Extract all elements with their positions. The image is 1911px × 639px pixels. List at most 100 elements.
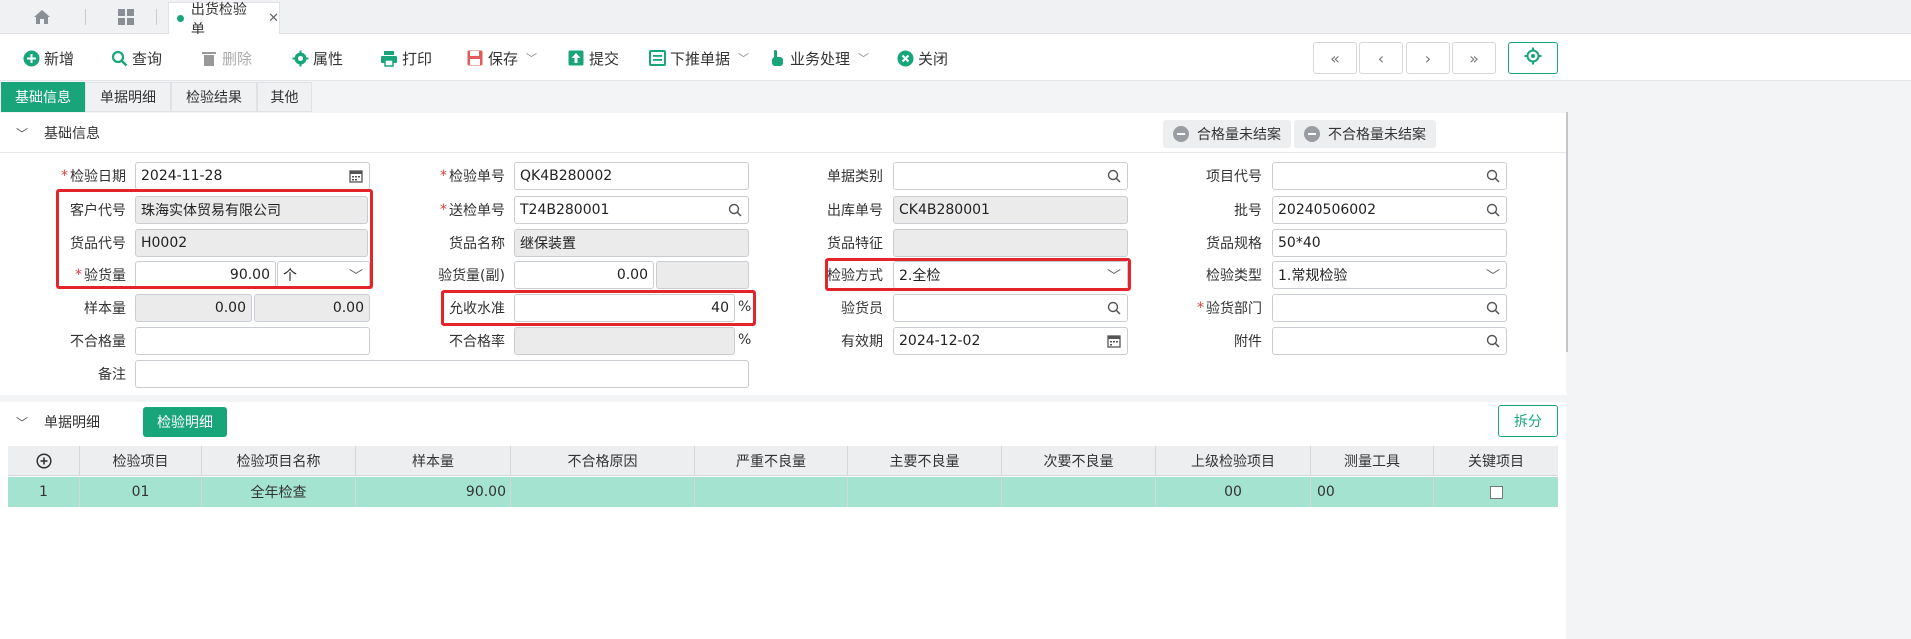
chevron-down-icon[interactable]: ﹀ (738, 50, 749, 66)
column-header[interactable]: 测量工具 (1311, 446, 1434, 476)
batch-no-field[interactable]: 20240506002 (1272, 196, 1507, 224)
column-header[interactable]: 关键项目 (1434, 446, 1558, 476)
active-dot-icon (177, 15, 184, 22)
previous-record-button[interactable]: ‹ (1359, 42, 1403, 74)
column-header[interactable]: 检验项目 (80, 446, 202, 476)
split-button[interactable]: 拆分 (1498, 405, 1558, 437)
submit-button[interactable]: 提交 (567, 46, 619, 70)
inspect-no-field[interactable]: QK4B280002 (514, 162, 749, 190)
column-header[interactable]: 不合格原因 (511, 446, 695, 476)
document-tab[interactable]: 出货检验单 ✕ (168, 2, 280, 38)
double-chevron-left-icon: « (1330, 48, 1340, 68)
tab-basic-info[interactable]: 基础信息 (1, 82, 85, 112)
column-header[interactable]: 检验项目名称 (202, 446, 356, 476)
search-icon[interactable] (1486, 334, 1500, 348)
cell-parent[interactable]: 00 (1156, 477, 1311, 507)
inspect-qty-sub-field[interactable]: 0.00 (514, 261, 654, 289)
search-icon[interactable] (728, 203, 742, 217)
doc-type-field[interactable] (893, 162, 1128, 190)
next-record-button[interactable]: › (1406, 42, 1450, 74)
delete-button[interactable]: 删除 (200, 46, 252, 70)
cell-minor[interactable] (1002, 477, 1156, 507)
inspect-type-select[interactable]: 1.常规检验 ﹀ (1272, 261, 1507, 289)
plus-circle-icon (22, 49, 40, 67)
close-label: 关闭 (918, 49, 949, 68)
column-header[interactable]: 次要不良量 (1002, 446, 1156, 476)
business-button[interactable]: 业务处理 ﹀ (768, 46, 869, 70)
inspect-date-label: * 检验日期 (61, 168, 126, 185)
search-icon[interactable] (1486, 169, 1500, 183)
column-header[interactable]: 上级检验项目 (1156, 446, 1311, 476)
inspect-date-field[interactable]: 2024-11-28 (135, 162, 370, 190)
send-no-field[interactable]: T24B280001 (514, 196, 749, 224)
goods-spec-field[interactable]: 50*40 (1272, 229, 1507, 257)
last-record-button[interactable]: » (1452, 42, 1496, 74)
print-button[interactable]: 打印 (380, 46, 432, 70)
outbound-no-field: CK4B280001 (893, 196, 1128, 224)
sample-qty-field: 0.00 (135, 294, 252, 322)
defect-qty-field[interactable] (135, 327, 370, 355)
highlight-box (825, 258, 1131, 291)
inspector-field[interactable] (893, 294, 1128, 322)
search-icon[interactable] (1107, 169, 1121, 183)
close-button[interactable]: 关闭 (896, 46, 948, 70)
key-item-checkbox[interactable] (1489, 485, 1503, 499)
document-tab-label: 出货检验单 (190, 1, 247, 38)
column-header[interactable]: 样本量 (356, 446, 511, 476)
inspect-dept-field[interactable] (1272, 294, 1507, 322)
qualified-open-label: 合格量未结案 (1197, 127, 1281, 143)
calendar-icon[interactable] (349, 169, 363, 183)
unqualified-open-button[interactable]: 不合格量未结案 (1294, 120, 1436, 148)
chevron-down-icon[interactable]: ﹀ (526, 50, 537, 66)
cell-sample[interactable]: 90.00 (356, 477, 511, 507)
valid-date-field[interactable]: 2024-12-02 (893, 327, 1128, 355)
cell-tool[interactable]: 00 (1311, 477, 1434, 507)
print-label: 打印 (402, 49, 433, 68)
upload-icon (567, 49, 585, 67)
cell-key-item[interactable] (1434, 477, 1558, 507)
close-tab-icon[interactable]: ✕ (268, 11, 279, 26)
detail-header[interactable]: ﹀ 单据明细 (0, 403, 100, 441)
add-row-button[interactable] (8, 446, 80, 476)
cell-item[interactable]: 01 (80, 477, 202, 507)
tab-inspection-result[interactable]: 检验结果 (171, 82, 257, 112)
search-icon[interactable] (1486, 203, 1500, 217)
properties-button[interactable]: 属性 (291, 46, 343, 70)
tab-inspection-detail[interactable]: 检验明细 (143, 407, 227, 437)
query-button[interactable]: 查询 (110, 46, 162, 70)
tab-other[interactable]: 其他 (257, 82, 312, 112)
scrollbar[interactable] (1566, 112, 1568, 352)
add-button[interactable]: 新增 (22, 46, 74, 70)
calendar-icon[interactable] (1107, 334, 1121, 348)
toolbar: 新增 查询 删除 属性 打印 保存 ﹀ 提交 下推单据 ﹀ 业务处理 ﹀ 关闭 … (0, 34, 1911, 81)
basic-info-header[interactable]: ﹀ 基础信息 (0, 114, 100, 152)
save-button[interactable]: 保存 ﹀ (466, 46, 537, 70)
document-list-icon (648, 49, 666, 67)
push-down-button[interactable]: 下推单据 ﹀ (648, 46, 749, 70)
search-icon[interactable] (1486, 301, 1500, 315)
floppy-icon (466, 49, 484, 67)
column-header[interactable]: 严重不良量 (695, 446, 848, 476)
home-icon[interactable] (27, 6, 57, 28)
project-code-field[interactable] (1272, 162, 1507, 190)
gear-icon (1524, 47, 1542, 69)
table-row[interactable]: 1 01 全年检查 90.00 00 00 (8, 477, 1558, 507)
cell-reason[interactable] (511, 477, 695, 507)
settings-button[interactable] (1508, 42, 1558, 74)
chevron-down-icon[interactable]: ﹀ (858, 50, 869, 66)
column-header[interactable]: 主要不良量 (848, 446, 1002, 476)
plus-circle-icon (35, 453, 52, 469)
goods-name-field: 继保装置 (514, 229, 749, 257)
attachment-field[interactable] (1272, 327, 1507, 355)
remark-field[interactable] (135, 360, 749, 388)
cell-item-name[interactable]: 全年检查 (202, 477, 356, 507)
qualified-open-button[interactable]: 合格量未结案 (1163, 120, 1291, 148)
first-record-button[interactable]: « (1313, 42, 1357, 74)
search-icon[interactable] (1107, 301, 1121, 315)
tab-document-detail[interactable]: 单据明细 (85, 82, 171, 112)
submit-label: 提交 (589, 49, 620, 68)
cell-major[interactable] (848, 477, 1002, 507)
grid-icon[interactable] (111, 6, 141, 28)
cell-severe[interactable] (695, 477, 848, 507)
chevron-left-icon: ‹ (1377, 48, 1385, 68)
